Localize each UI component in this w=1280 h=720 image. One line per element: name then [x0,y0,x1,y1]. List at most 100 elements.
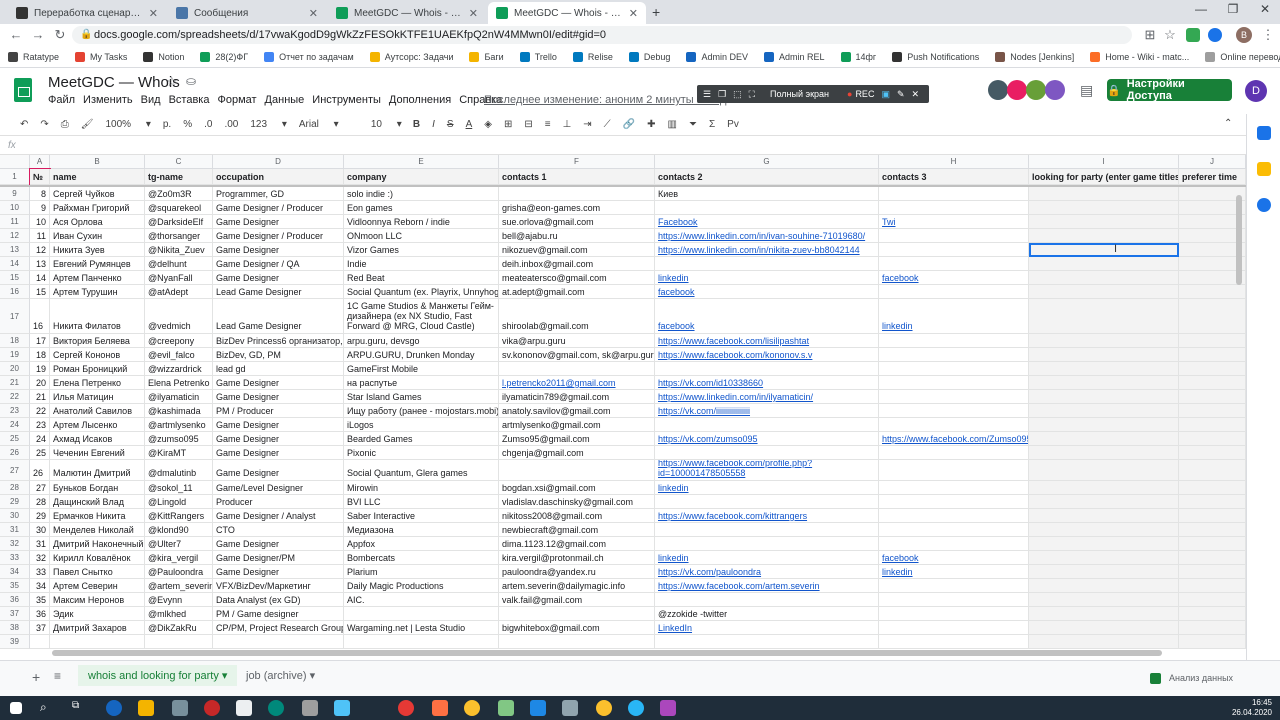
table-cell[interactable]: @Pauloondra [145,565,213,579]
table-cell[interactable]: ARPU.GURU, Drunken Monday [344,348,499,362]
table-cell[interactable]: sue.orlova@gmail.com [499,215,655,229]
table-cell[interactable]: Game Designer [213,390,344,404]
table-cell[interactable]: 27 [30,481,50,495]
table-cell[interactable] [30,635,50,649]
table-cell[interactable]: Илья Матицин [50,390,145,404]
table-cell[interactable]: 21 [30,390,50,404]
table-cell[interactable] [1179,495,1246,509]
app-icon[interactable] [334,700,350,716]
maximize-icon[interactable]: ❐ [1218,2,1248,16]
table-cell[interactable]: Game Designer [213,460,344,481]
fill-color-icon[interactable]: ◈ [484,119,492,130]
row-header[interactable]: 21 [0,376,30,390]
table-cell[interactable]: Game Designer / QA [213,257,344,271]
table-cell[interactable]: 30 [30,523,50,537]
row-header[interactable]: 27 [0,460,30,481]
table-cell[interactable] [1029,334,1179,348]
table-cell[interactable]: Game Designer / Producer [213,201,344,215]
table-cell[interactable] [1029,551,1179,565]
bookmark[interactable]: Debug [628,51,670,62]
table-cell[interactable]: Киев [655,187,879,201]
table-cell[interactable]: newbiecraft@gmail.com [499,523,655,537]
back-icon[interactable]: ← [6,27,26,42]
account-avatar[interactable]: D [1245,80,1267,102]
increase-decimals-button[interactable]: .00 [224,119,238,130]
table-cell[interactable]: 9 [30,201,50,215]
star-icon[interactable]: ☆ [166,74,178,90]
row-header[interactable]: 28 [0,481,30,495]
table-cell[interactable]: @kira_vergil [145,551,213,565]
table-cell[interactable]: linkedin [655,481,879,495]
table-cell[interactable]: Елена Петренко [50,376,145,390]
table-cell[interactable]: Game Designer [213,418,344,432]
table-cell[interactable]: Сергей Чуйков [50,187,145,201]
row-header[interactable]: 36 [0,593,30,607]
table-cell[interactable]: BizDev Princess6 организатор, массовик-з… [213,334,344,348]
table-cell[interactable]: Максим Неронов [50,593,145,607]
table-cell[interactable]: nikozuev@gmail.com [499,243,655,257]
row-header[interactable]: 11 [0,215,30,229]
formula-bar[interactable]: fx [0,137,1246,155]
table-cell[interactable] [1029,229,1179,243]
table-cell[interactable]: meateatersco@gmail.com [499,271,655,285]
bookmark[interactable]: Home - Wiki - matc... [1090,51,1189,62]
table-cell[interactable]: @creepony [145,334,213,348]
row-header[interactable]: 24 [0,418,30,432]
table-cell[interactable] [1179,285,1246,299]
table-cell[interactable]: Павел Снытко [50,565,145,579]
table-cell[interactable]: Game Designer [213,565,344,579]
table-cell[interactable] [1029,348,1179,362]
close-tab-icon[interactable]: ✕ [309,7,318,20]
table-cell[interactable]: @artem_severin [145,579,213,593]
table-cell[interactable]: Game Designer [213,376,344,390]
menu-icon[interactable]: ☰ [703,89,711,100]
close-tab-icon[interactable]: ✕ [629,7,638,20]
row-header[interactable]: 13 [0,243,30,257]
table-cell[interactable] [655,201,879,215]
table-cell[interactable]: Артем Турушин [50,285,145,299]
table-cell[interactable]: BizDev, GD, PM [213,348,344,362]
telegram-icon[interactable] [628,700,644,716]
table-cell[interactable]: https://www.facebook.com/Zumso095 [879,432,1029,446]
table-cell[interactable] [879,537,1029,551]
avatar[interactable] [1007,80,1027,100]
table-cell[interactable] [1029,523,1179,537]
functions-icon[interactable]: Σ [709,119,715,130]
table-cell[interactable] [879,201,1029,215]
fullscreen-button[interactable]: Полный экран [770,89,829,99]
header-cell[interactable]: contacts 2 [655,169,879,185]
table-cell[interactable] [879,481,1029,495]
browser-tab-2[interactable]: Сообщения ✕ [168,2,326,24]
print-icon[interactable]: ⎙ [61,119,69,130]
paint-format-icon[interactable]: 🖌 [81,119,94,130]
table-cell[interactable]: Pixonic [344,446,499,460]
add-sheet-icon[interactable]: + [32,669,40,685]
all-sheets-icon[interactable]: ≡ [54,669,61,683]
table-cell[interactable]: Game Designer / Analyst [213,509,344,523]
table-cell[interactable] [499,635,655,649]
table-cell[interactable]: https://vk.com/id10338660 [655,376,879,390]
table-cell[interactable]: Чеченин Евгений [50,446,145,460]
header-cell[interactable]: name [50,169,145,185]
table-cell[interactable] [1179,362,1246,376]
rotate-icon[interactable]: ⟋ [604,119,611,130]
table-cell[interactable]: iLogos [344,418,499,432]
currency-button[interactable]: р. [163,119,171,130]
close-tab-icon[interactable]: ✕ [469,7,478,20]
windows-start-icon[interactable] [10,702,22,714]
table-cell[interactable] [1179,481,1246,495]
table-cell[interactable] [1179,635,1246,649]
table-cell[interactable] [879,593,1029,607]
selected-cell-outline[interactable] [1029,243,1179,257]
row-header[interactable]: 20 [0,362,30,376]
region-icon[interactable]: ⬚ [733,89,742,100]
table-cell[interactable]: Game Designer / Producer [213,229,344,243]
table-cell[interactable]: arpu.guru, devsgo [344,334,499,348]
italic-icon[interactable]: I [432,119,435,130]
row-header[interactable]: 18 [0,334,30,348]
close-window-icon[interactable]: ✕ [1250,2,1280,16]
table-cell[interactable] [1029,509,1179,523]
table-cell[interactable]: 13 [30,257,50,271]
column-header[interactable]: I [1029,155,1179,169]
table-cell[interactable] [655,523,879,537]
